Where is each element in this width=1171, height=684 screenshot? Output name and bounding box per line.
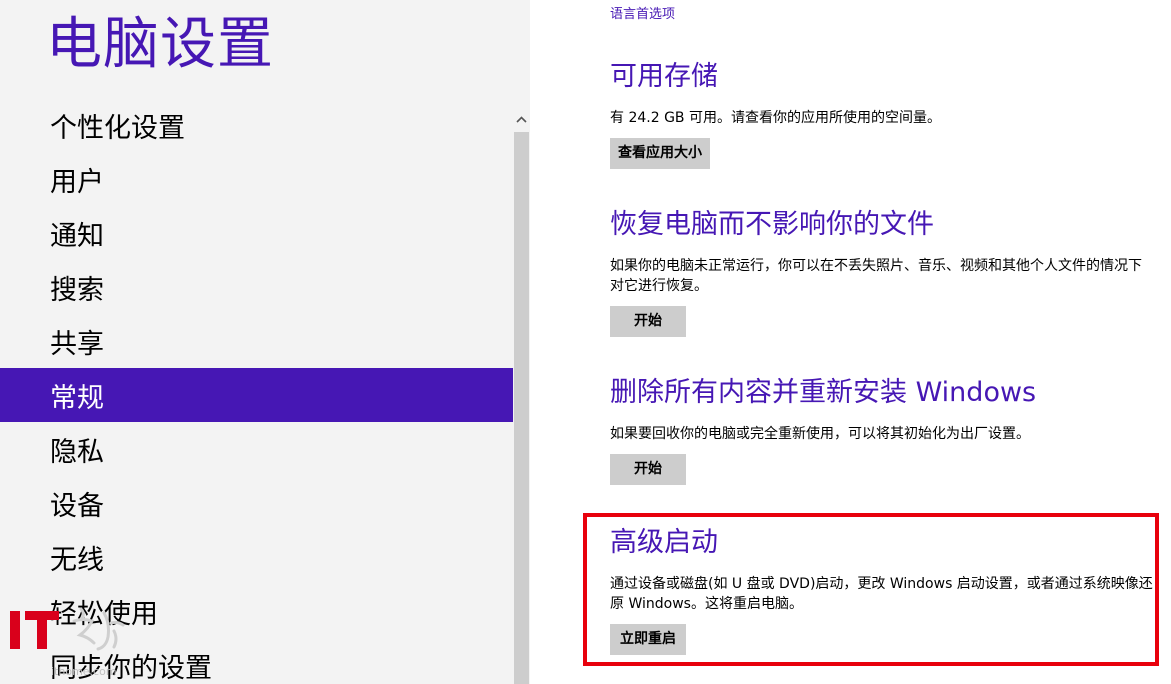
- storage-title: 可用存储: [610, 61, 718, 92]
- right-pane: 语言首选项 可用存储 有 24.2 GB 可用。请查看你的应用所使用的空间量。 …: [530, 0, 1171, 684]
- view-app-sizes-button[interactable]: 查看应用大小: [610, 138, 710, 169]
- nav-item-users[interactable]: 用户: [0, 152, 514, 206]
- nav-item-wireless[interactable]: 无线: [0, 530, 514, 584]
- refresh-title: 恢复电脑而不影响你的文件: [610, 209, 934, 240]
- chevron-up-icon: [516, 115, 527, 123]
- page-title: 电脑设置: [46, 12, 274, 77]
- annotation-highlight-box: [583, 513, 1159, 666]
- nav-item-personalize[interactable]: 个性化设置: [0, 98, 514, 152]
- scroll-up-button[interactable]: [513, 108, 530, 130]
- reset-section: 删除所有内容并重新安装 Windows 如果要回收你的电脑或完全重新使用，可以将…: [610, 376, 1160, 485]
- refresh-section: 恢复电脑而不影响你的文件 如果你的电脑未正常运行，你可以在不丢失照片、音乐、视频…: [610, 208, 1160, 337]
- settings-nav: 个性化设置 用户 通知 搜索 共享 常规 隐私 设备 无线 轻松使用 同步你的设…: [0, 98, 514, 684]
- nav-item-devices[interactable]: 设备: [0, 476, 514, 530]
- refresh-start-button[interactable]: 开始: [610, 306, 686, 337]
- nav-item-general[interactable]: 常规: [0, 368, 514, 422]
- nav-scrollbar[interactable]: [513, 100, 530, 684]
- scroll-thumb[interactable]: [514, 132, 529, 684]
- reset-description: 如果要回收你的电脑或完全重新使用，可以将其初始化为出厂设置。: [610, 426, 1030, 442]
- nav-item-share[interactable]: 共享: [0, 314, 514, 368]
- left-pane: 电脑设置 个性化设置 用户 通知 搜索 共享 常规 隐私 设备 无线 轻松使用 …: [0, 0, 530, 684]
- watermark-url: ithome.com: [51, 665, 117, 678]
- nav-item-notifications[interactable]: 通知: [0, 206, 514, 260]
- storage-description: 有 24.2 GB 可用。请查看你的应用所使用的空间量。: [610, 110, 941, 126]
- reset-title: 删除所有内容并重新安装 Windows: [610, 377, 1037, 408]
- language-preferences-link[interactable]: 语言首选项: [610, 3, 675, 22]
- nav-item-search[interactable]: 搜索: [0, 260, 514, 314]
- ithome-logo-icon: [10, 607, 125, 651]
- storage-section: 可用存储 有 24.2 GB 可用。请查看你的应用所使用的空间量。 查看应用大小: [610, 60, 1160, 169]
- nav-item-privacy[interactable]: 隐私: [0, 422, 514, 476]
- reset-start-button[interactable]: 开始: [610, 454, 686, 485]
- pc-settings-window: 电脑设置 个性化设置 用户 通知 搜索 共享 常规 隐私 设备 无线 轻松使用 …: [0, 0, 1171, 684]
- refresh-description: 如果你的电脑未正常运行，你可以在不丢失照片、音乐、视频和其他个人文件的情况下对它…: [610, 258, 1142, 294]
